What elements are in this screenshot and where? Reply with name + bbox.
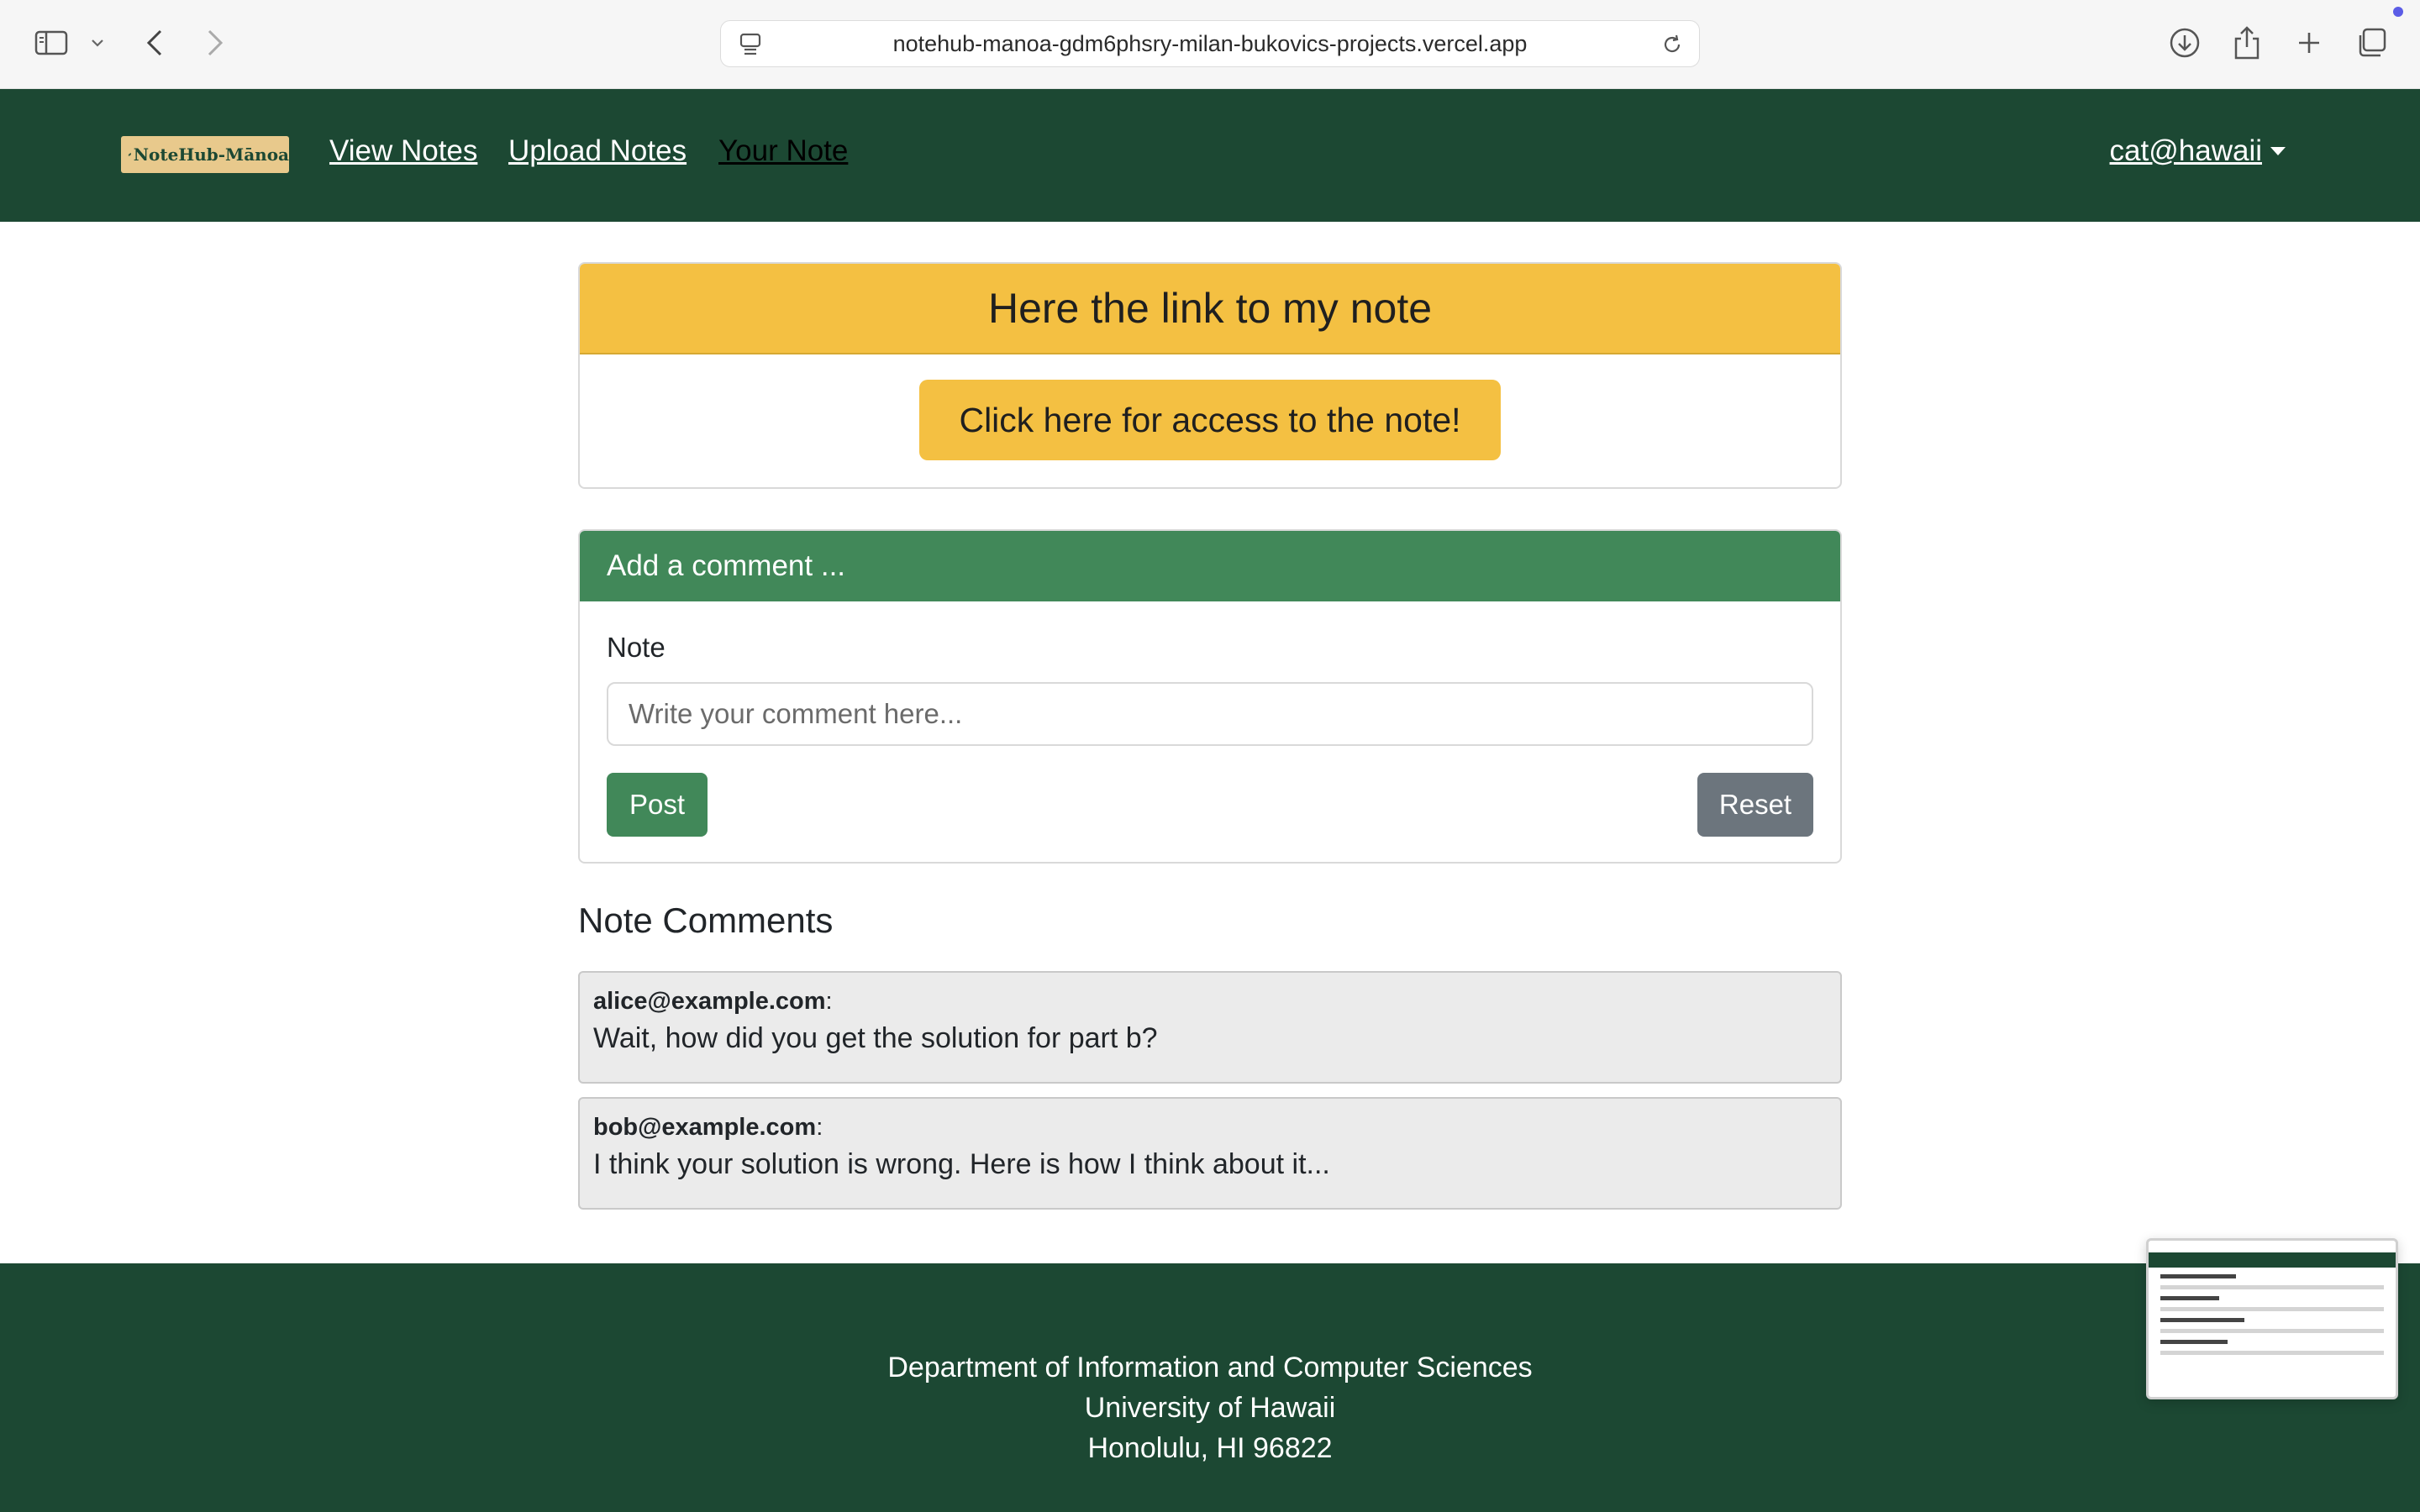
footer-line: Department of Information and Computer S… <box>887 1352 1533 1383</box>
user-name: cat@hawaii <box>2109 134 2262 167</box>
tab-overview-icon[interactable] <box>2351 18 2391 67</box>
chevron-down-icon[interactable] <box>87 18 108 67</box>
access-note-button[interactable]: Click here for access to the note! <box>919 380 1501 460</box>
page-footer: Department of Information and Computer S… <box>0 1263 2420 1512</box>
address-bar[interactable]: notehub-manoa-gdm6phsry-milan-bukovics-p… <box>720 20 1700 67</box>
app-navbar: NoteHub-Mānoa View Notes Upload Notes Yo… <box>0 89 2420 222</box>
sidebar-toggle-icon[interactable] <box>32 18 71 67</box>
footer-line: Honolulu, HI 96822 <box>1087 1432 1333 1464</box>
leaf-icon <box>128 153 132 156</box>
brand-logo[interactable]: NoteHub-Mānoa <box>121 136 289 173</box>
comment-item: alice@example.com: Wait, how did you get… <box>578 971 1842 1084</box>
add-comment-header: Add a comment ... <box>580 531 1840 601</box>
reset-button[interactable]: Reset <box>1697 773 1813 837</box>
note-link-card-body: Click here for access to the note! <box>580 354 1840 487</box>
back-icon[interactable] <box>138 18 171 67</box>
new-tab-icon[interactable] <box>2289 18 2329 67</box>
comment-input[interactable] <box>607 682 1813 746</box>
nav-your-note[interactable]: Your Note <box>718 134 848 168</box>
footer-line: University of Hawaii <box>1084 1392 1336 1424</box>
user-dropdown[interactable]: cat@hawaii <box>2110 134 2286 168</box>
nav-upload-notes[interactable]: Upload Notes <box>508 134 687 168</box>
notification-dot <box>2393 7 2403 17</box>
screenshot-preview-thumbnail[interactable] <box>2146 1238 2398 1399</box>
caret-down-icon <box>2270 147 2286 155</box>
brand-text: NoteHub-Mānoa <box>133 144 289 165</box>
url-text: notehub-manoa-gdm6phsry-milan-bukovics-p… <box>892 30 1528 56</box>
comment-author: bob@example.com <box>593 1114 817 1141</box>
comment-text: Wait, how did you get the solution for p… <box>593 1022 1158 1054</box>
note-link-card-header: Here the link to my note <box>580 264 1840 354</box>
browser-toolbar: notehub-manoa-gdm6phsry-milan-bukovics-p… <box>0 0 2420 89</box>
comment-item: bob@example.com: I think your solution i… <box>578 1097 1842 1210</box>
share-icon[interactable] <box>2227 18 2267 67</box>
note-link-card: Here the link to my note Click here for … <box>578 262 1842 489</box>
comments-title: Note Comments <box>578 900 834 940</box>
nav-view-notes[interactable]: View Notes <box>329 134 477 168</box>
note-field-label: Note <box>607 632 666 663</box>
add-comment-title: Add a comment ... <box>607 549 846 582</box>
post-button[interactable]: Post <box>607 773 708 837</box>
reload-icon[interactable] <box>1660 33 1684 60</box>
site-settings-icon[interactable] <box>739 33 761 60</box>
forward-icon[interactable] <box>198 18 232 67</box>
comment-author: alice@example.com <box>593 988 826 1015</box>
download-icon[interactable] <box>2165 18 2205 67</box>
add-comment-card: Add a comment ... Note Post Reset <box>578 529 1842 864</box>
comment-text: I think your solution is wrong. Here is … <box>593 1148 1330 1180</box>
note-link-title: Here the link to my note <box>987 285 1433 332</box>
